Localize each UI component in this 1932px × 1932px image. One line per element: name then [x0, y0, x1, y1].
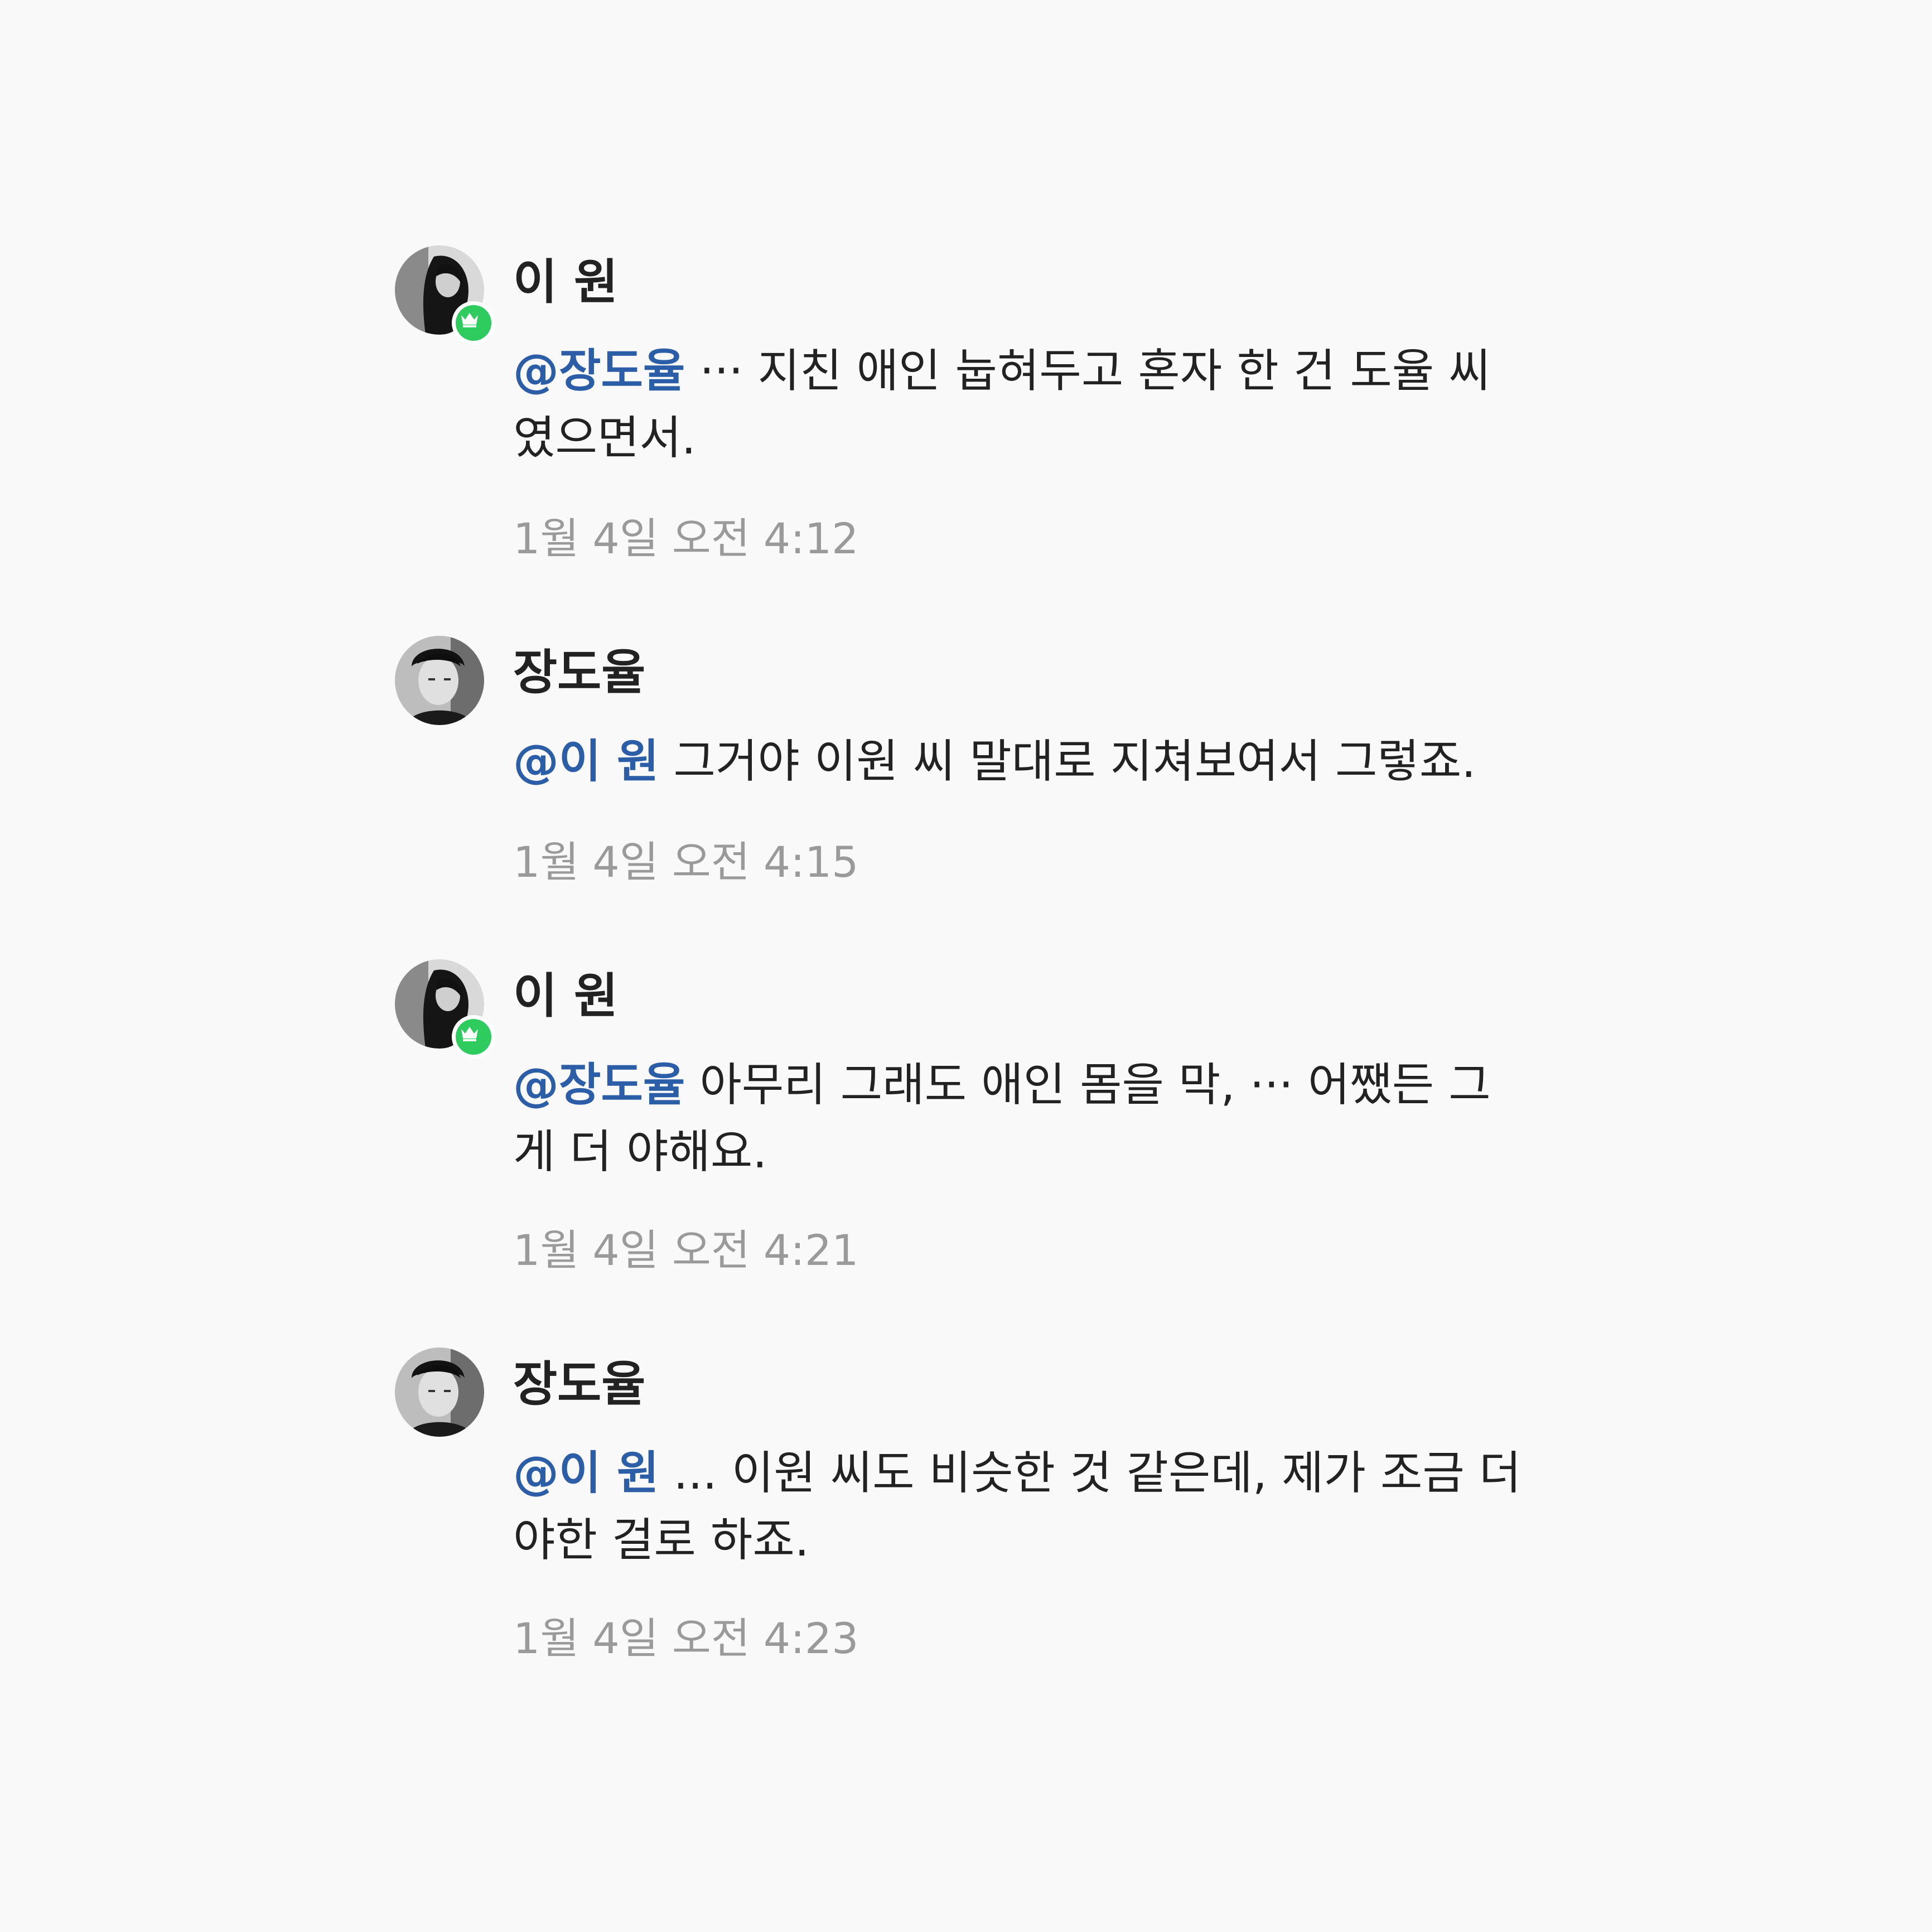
comment-message: @장도율 ··· 지친 애인 눕혀두고 혼자 한 건 도율 씨 였으면서. [513, 338, 1528, 472]
mention-link[interactable]: @장도율 [513, 1059, 685, 1112]
crown-icon [461, 313, 478, 327]
avatar-man-photo-icon [395, 636, 484, 725]
avatar[interactable] [395, 1347, 484, 1437]
crown-icon [461, 1027, 478, 1041]
comment-timestamp: 1월 4일 오전 4:12 [513, 514, 859, 563]
mention-link[interactable]: @이 원 [513, 735, 659, 788]
comment-author[interactable]: 장도율 [513, 645, 645, 701]
comment-text: ... 이원 씨도 비슷한 것 같은데, 제가 조금 더 야한 걸로 하죠. [513, 1447, 1522, 1567]
comment-timestamp: 1월 4일 오전 4:21 [513, 1225, 859, 1275]
comment-text: 그거야 이원 씨 말대로 지쳐보여서 그렇죠. [659, 735, 1476, 788]
comment-timestamp: 1월 4일 오전 4:23 [513, 1614, 859, 1663]
crown-badge [452, 301, 495, 345]
avatar[interactable] [395, 636, 484, 725]
comment-message: @장도율 아무리 그래도 애인 몸을 막, ··· 어쨌든 그게 더 야해요. [513, 1052, 1528, 1186]
mention-link[interactable]: @이 원 [513, 1447, 659, 1500]
avatar-man-photo-icon [395, 1347, 484, 1437]
comment-author[interactable]: 장도율 [513, 1356, 645, 1412]
comment-author[interactable]: 이 원 [513, 968, 618, 1024]
avatar[interactable] [395, 959, 495, 1059]
crown-badge [452, 1015, 495, 1059]
comment-message: @이 원 그거야 이원 씨 말대로 지쳐보여서 그렇죠. [513, 728, 1528, 795]
comment-message: @이 원 ... 이원 씨도 비슷한 것 같은데, 제가 조금 더 야한 걸로 … [513, 1440, 1528, 1574]
comment-author[interactable]: 이 원 [513, 254, 618, 310]
comment-timestamp: 1월 4일 오전 4:15 [513, 837, 859, 887]
mention-link[interactable]: @장도율 [513, 345, 685, 398]
avatar[interactable] [395, 245, 495, 345]
